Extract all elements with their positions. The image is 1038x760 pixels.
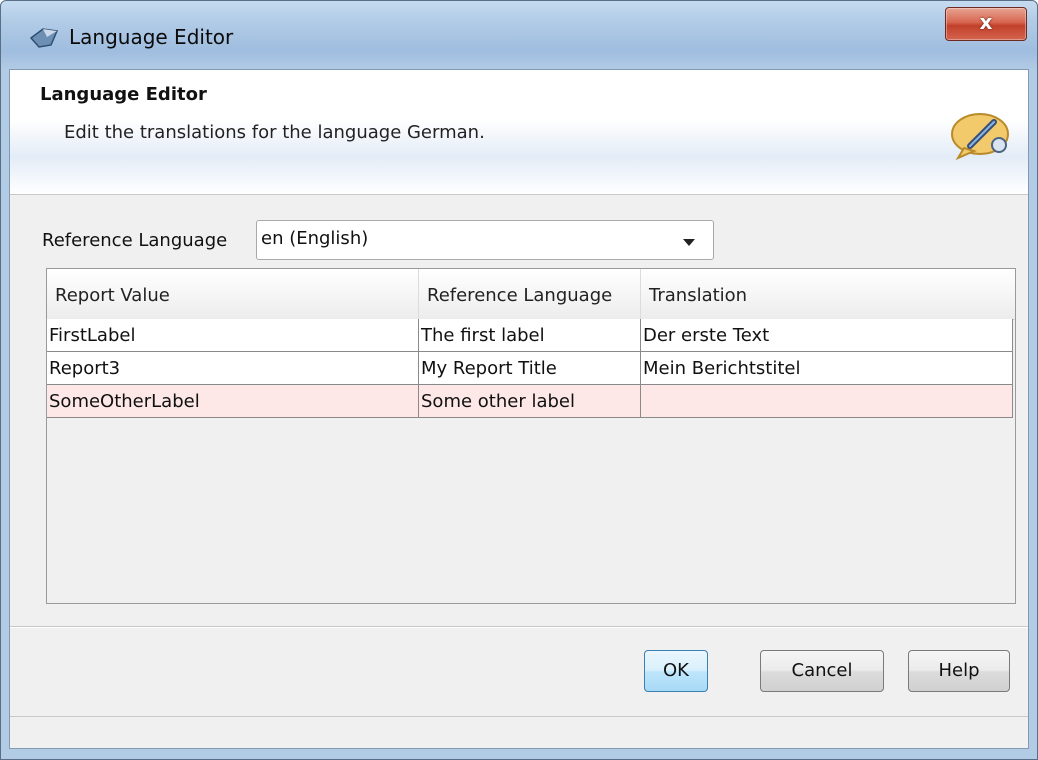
dialog-body: Language Editor Edit the translations fo…	[9, 69, 1029, 749]
cell-translation[interactable]: Der erste Text	[641, 319, 1013, 352]
table-row[interactable]: FirstLabel The first label Der erste Tex…	[47, 319, 1015, 352]
header-panel: Language Editor Edit the translations fo…	[10, 70, 1028, 195]
cancel-button[interactable]: Cancel	[760, 650, 884, 692]
header-title: Language Editor	[40, 84, 207, 105]
cell-report-value[interactable]: FirstLabel	[47, 319, 419, 352]
table-header: Report Value Reference Language Translat…	[47, 269, 1015, 320]
column-header-translation[interactable]: Translation	[641, 269, 1015, 319]
close-button[interactable]: x	[945, 7, 1027, 41]
table-row[interactable]: Report3 My Report Title Mein Berichtstit…	[47, 352, 1015, 385]
cell-reference[interactable]: The first label	[419, 319, 641, 352]
status-bar	[10, 716, 1028, 748]
cell-translation[interactable]: Mein Berichtstitel	[641, 352, 1013, 385]
language-editor-window: Language Editor x Language Editor Edit t…	[0, 0, 1038, 760]
close-icon: x	[979, 10, 993, 34]
cell-reference[interactable]: My Report Title	[419, 352, 641, 385]
chevron-down-icon[interactable]	[683, 239, 695, 246]
cell-reference[interactable]: Some other label	[419, 385, 641, 418]
ok-button[interactable]: OK	[644, 650, 708, 692]
app-icon	[29, 28, 59, 48]
reference-language-select[interactable]: en (English)	[256, 220, 714, 260]
divider	[10, 626, 1028, 628]
column-header-report-value[interactable]: Report Value	[47, 269, 419, 319]
title-bar[interactable]: Language Editor x	[1, 1, 1037, 69]
header-description: Edit the translations for the language G…	[64, 122, 485, 143]
cell-report-value[interactable]: SomeOtherLabel	[47, 385, 419, 418]
cell-report-value[interactable]: Report3	[47, 352, 419, 385]
table-row[interactable]: SomeOtherLabel Some other label	[47, 385, 1015, 418]
speech-bubble-edit-icon	[951, 113, 1009, 160]
column-header-reference-language[interactable]: Reference Language	[419, 269, 641, 319]
window-title: Language Editor	[69, 25, 234, 49]
translations-table: Report Value Reference Language Translat…	[46, 268, 1016, 604]
cell-translation[interactable]	[641, 385, 1013, 418]
help-button[interactable]: Help	[908, 650, 1010, 692]
reference-language-value: en (English)	[261, 228, 369, 249]
reference-language-label: Reference Language	[42, 230, 228, 251]
